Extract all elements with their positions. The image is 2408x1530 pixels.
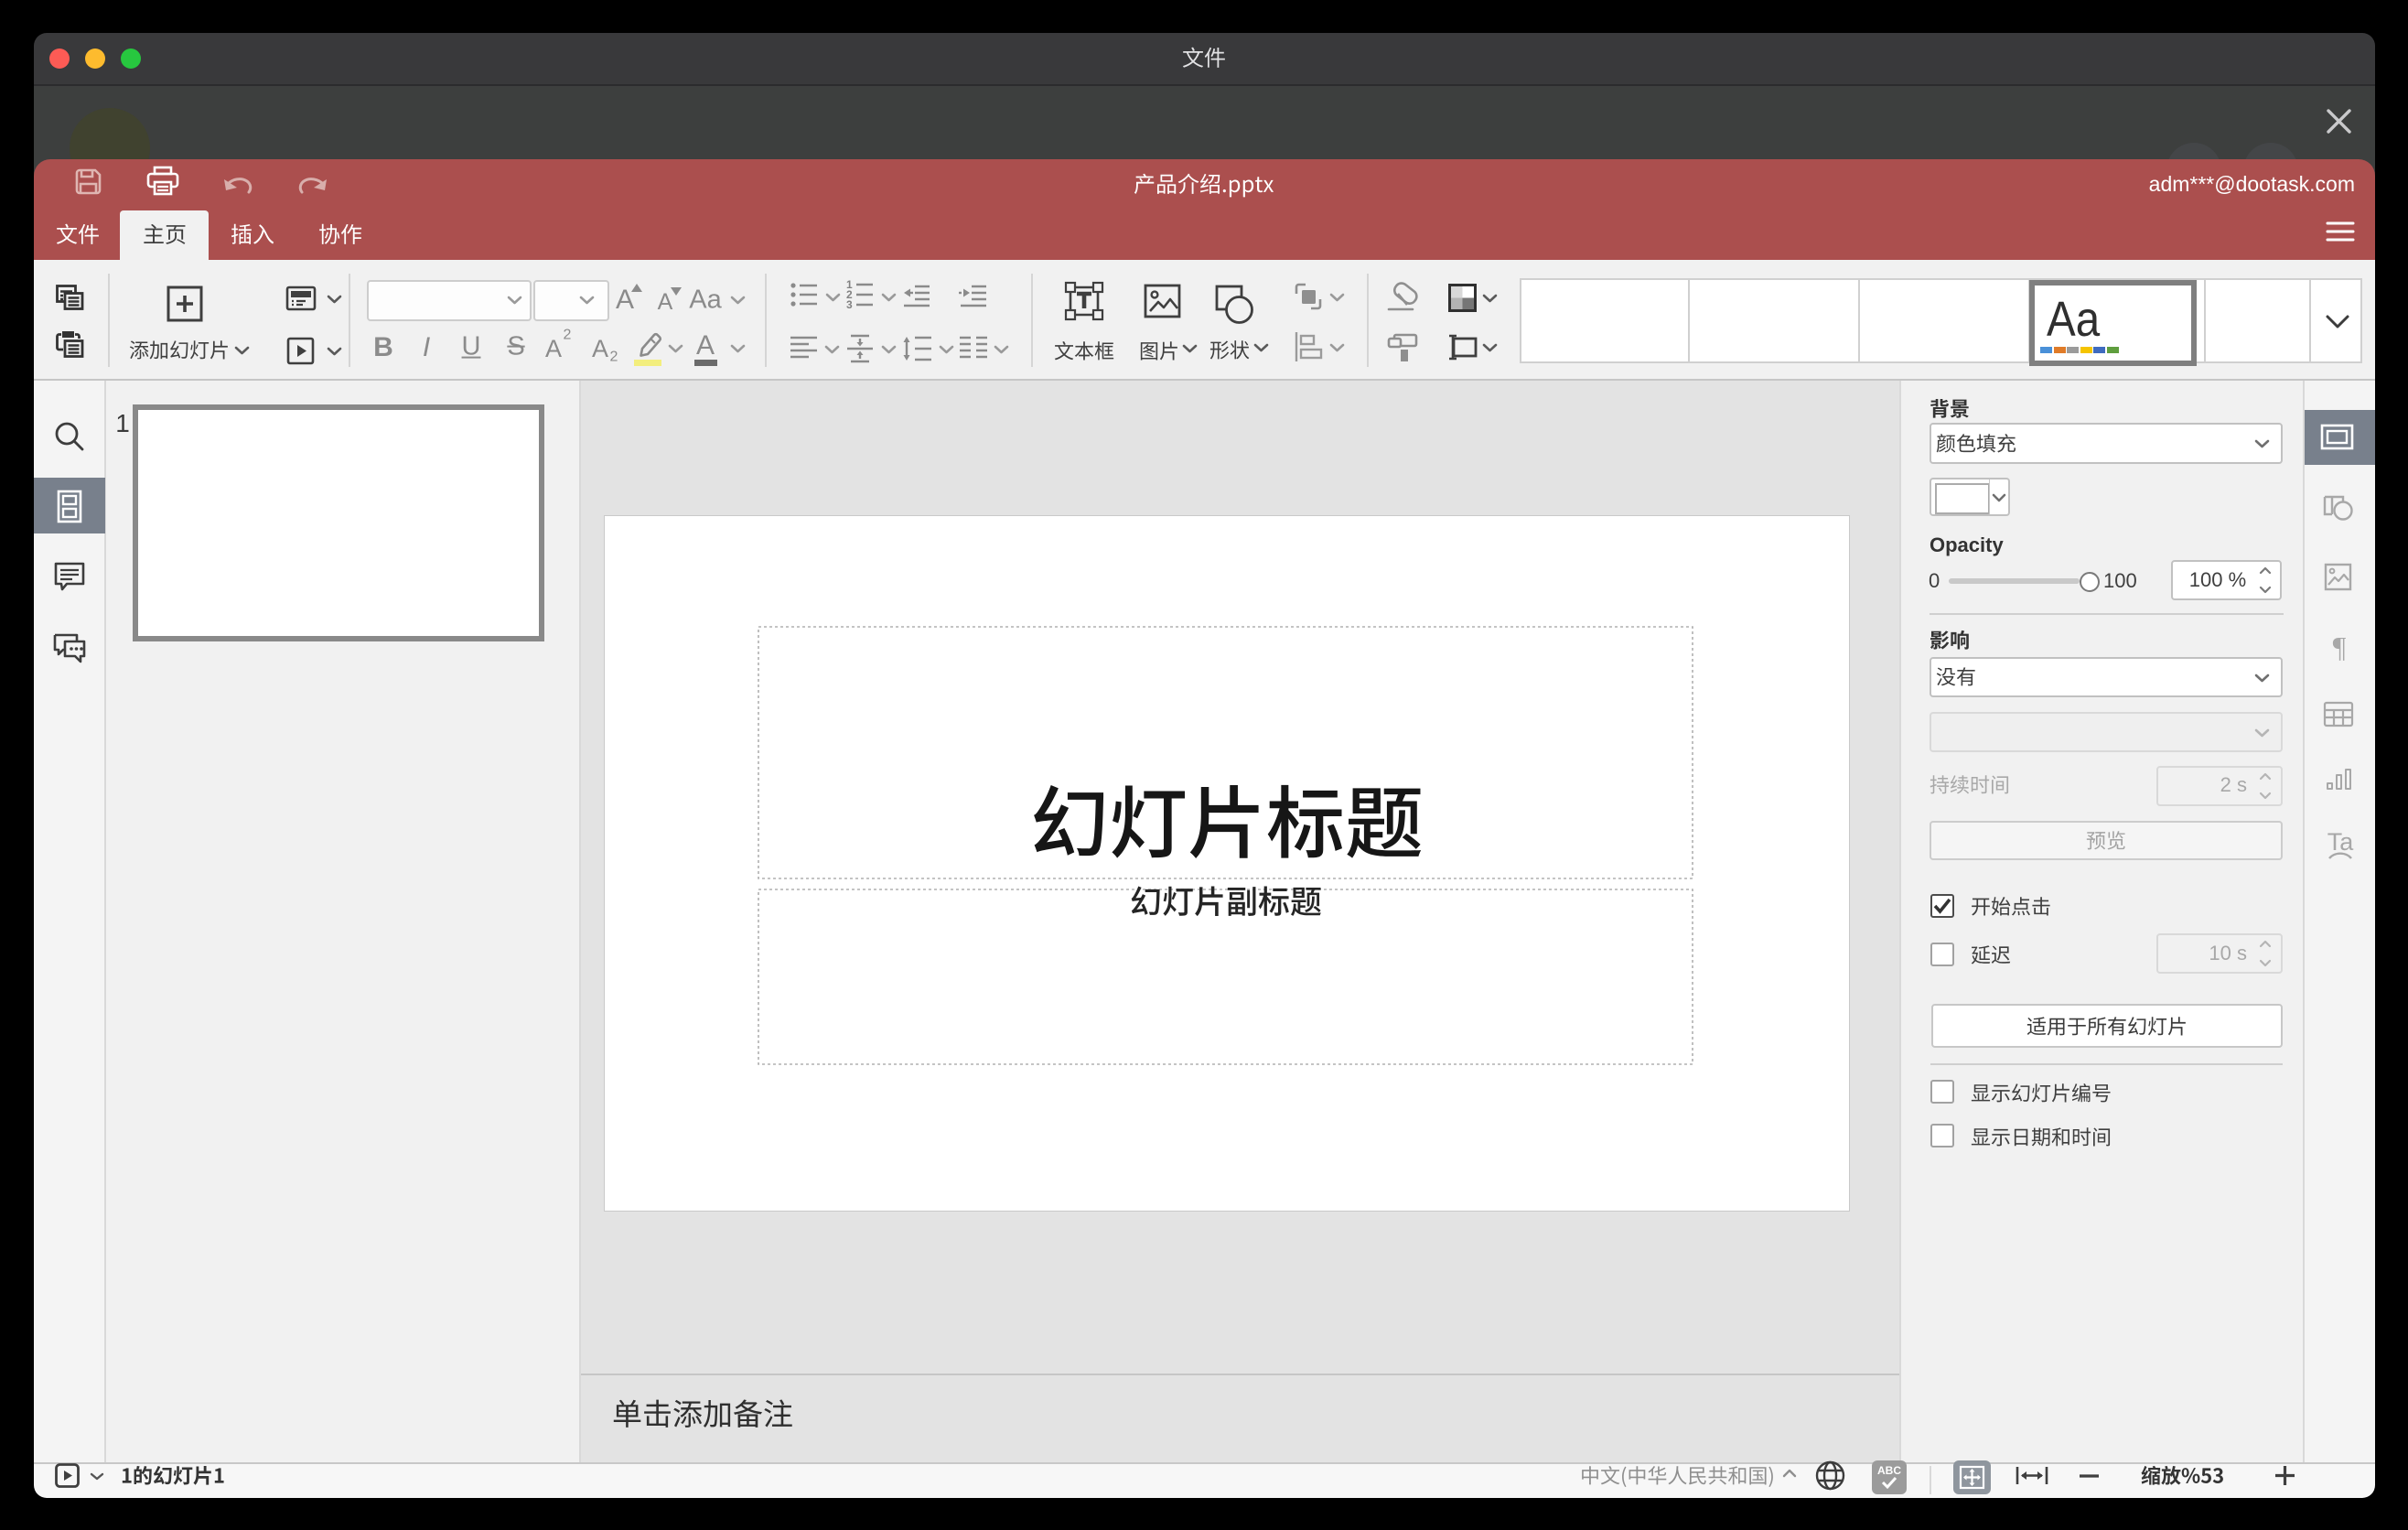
- svg-text:ABC: ABC: [1877, 1464, 1901, 1477]
- svg-text:3: 3: [846, 298, 853, 311]
